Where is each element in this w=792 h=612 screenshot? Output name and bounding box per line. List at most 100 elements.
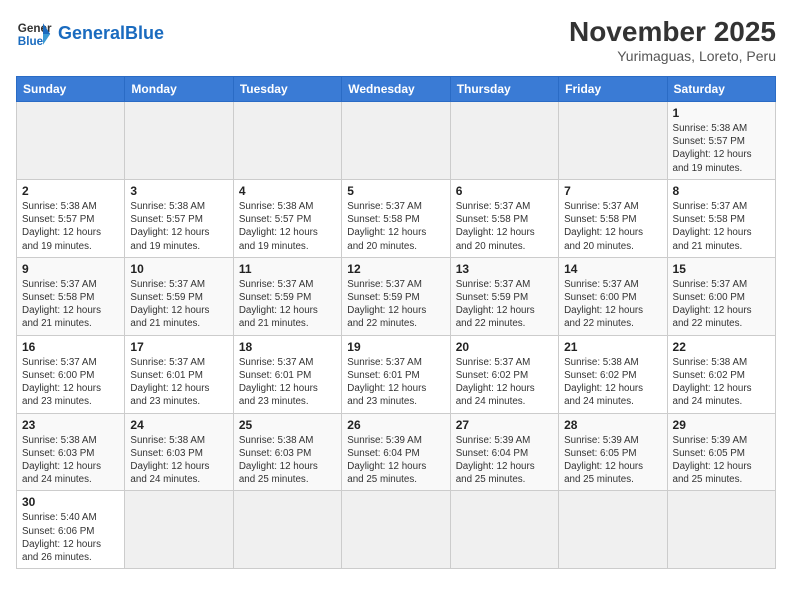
day-number: 18 xyxy=(239,340,336,354)
logo-general: General xyxy=(58,23,125,43)
calendar-cell: 14 Sunrise: 5:37 AM Sunset: 6:00 PM Dayli… xyxy=(559,257,667,335)
day-number: 21 xyxy=(564,340,661,354)
logo-text: GeneralBlue xyxy=(58,24,164,44)
calendar-cell: 25 Sunrise: 5:38 AM Sunset: 6:03 PM Dayli… xyxy=(233,413,341,491)
calendar-cell: 7 Sunrise: 5:37 AM Sunset: 5:58 PM Daylig… xyxy=(559,179,667,257)
day-number: 22 xyxy=(673,340,770,354)
day-info: Sunrise: 5:37 AM Sunset: 6:01 PM Dayligh… xyxy=(347,356,444,409)
day-number: 5 xyxy=(347,184,444,198)
header: General Blue GeneralBlue November 2025 Y… xyxy=(16,16,776,64)
day-number: 16 xyxy=(22,340,119,354)
day-info: Sunrise: 5:37 AM Sunset: 6:00 PM Dayligh… xyxy=(564,278,661,331)
day-info: Sunrise: 5:37 AM Sunset: 5:59 PM Dayligh… xyxy=(456,278,553,331)
calendar-week-3: 9 Sunrise: 5:37 AM Sunset: 5:58 PM Daylig… xyxy=(17,257,776,335)
calendar-cell: 18 Sunrise: 5:37 AM Sunset: 6:01 PM Dayli… xyxy=(233,335,341,413)
calendar-cell: 23Sunrise: 5:38 AM Sunset: 6:03 PM Dayli… xyxy=(17,413,125,491)
calendar-cell: 6 Sunrise: 5:37 AM Sunset: 5:58 PM Daylig… xyxy=(450,179,558,257)
logo-blue: Blue xyxy=(125,23,164,43)
day-info: Sunrise: 5:37 AM Sunset: 6:02 PM Dayligh… xyxy=(456,356,553,409)
calendar-week-4: 16 Sunrise: 5:37 AM Sunset: 6:00 PM Dayli… xyxy=(17,335,776,413)
calendar-week-1: 1Sunrise: 5:38 AM Sunset: 5:57 PM Daylig… xyxy=(17,102,776,180)
day-info: Sunrise: 5:37 AM Sunset: 5:58 PM Dayligh… xyxy=(22,278,119,331)
col-friday: Friday xyxy=(559,77,667,102)
col-sunday: Sunday xyxy=(17,77,125,102)
day-info: Sunrise: 5:38 AM Sunset: 5:57 PM Dayligh… xyxy=(130,200,227,253)
calendar-week-5: 23Sunrise: 5:38 AM Sunset: 6:03 PM Dayli… xyxy=(17,413,776,491)
day-info: Sunrise: 5:37 AM Sunset: 6:00 PM Dayligh… xyxy=(22,356,119,409)
day-info: Sunrise: 5:37 AM Sunset: 6:01 PM Dayligh… xyxy=(239,356,336,409)
calendar-cell: 21Sunrise: 5:38 AM Sunset: 6:02 PM Dayli… xyxy=(559,335,667,413)
calendar-cell: 3 Sunrise: 5:38 AM Sunset: 5:57 PM Daylig… xyxy=(125,179,233,257)
day-number: 3 xyxy=(130,184,227,198)
calendar-cell xyxy=(233,491,341,569)
calendar-cell: 13Sunrise: 5:37 AM Sunset: 5:59 PM Dayli… xyxy=(450,257,558,335)
logo: General Blue GeneralBlue xyxy=(16,16,164,52)
calendar-cell xyxy=(450,102,558,180)
calendar-cell: 22 Sunrise: 5:38 AM Sunset: 6:02 PM Dayli… xyxy=(667,335,775,413)
calendar-cell xyxy=(17,102,125,180)
day-info: Sunrise: 5:38 AM Sunset: 5:57 PM Dayligh… xyxy=(239,200,336,253)
day-number: 25 xyxy=(239,418,336,432)
day-info: Sunrise: 5:38 AM Sunset: 6:02 PM Dayligh… xyxy=(673,356,770,409)
calendar-cell xyxy=(450,491,558,569)
day-number: 19 xyxy=(347,340,444,354)
day-info: Sunrise: 5:38 AM Sunset: 6:03 PM Dayligh… xyxy=(239,434,336,487)
calendar-cell: 1Sunrise: 5:38 AM Sunset: 5:57 PM Daylig… xyxy=(667,102,775,180)
calendar-cell: 24Sunrise: 5:38 AM Sunset: 6:03 PM Dayli… xyxy=(125,413,233,491)
calendar-cell: 4 Sunrise: 5:38 AM Sunset: 5:57 PM Daylig… xyxy=(233,179,341,257)
title-area: November 2025 Yurimaguas, Loreto, Peru xyxy=(569,16,776,64)
day-number: 14 xyxy=(564,262,661,276)
location-subtitle: Yurimaguas, Loreto, Peru xyxy=(569,48,776,64)
calendar-cell: 2Sunrise: 5:38 AM Sunset: 5:57 PM Daylig… xyxy=(17,179,125,257)
day-info: Sunrise: 5:37 AM Sunset: 5:58 PM Dayligh… xyxy=(673,200,770,253)
calendar-cell xyxy=(559,491,667,569)
day-info: Sunrise: 5:39 AM Sunset: 6:04 PM Dayligh… xyxy=(347,434,444,487)
calendar-cell: 16 Sunrise: 5:37 AM Sunset: 6:00 PM Dayli… xyxy=(17,335,125,413)
calendar-body: 1Sunrise: 5:38 AM Sunset: 5:57 PM Daylig… xyxy=(17,102,776,569)
day-number: 2 xyxy=(22,184,119,198)
calendar-cell xyxy=(233,102,341,180)
day-info: Sunrise: 5:38 AM Sunset: 6:03 PM Dayligh… xyxy=(130,434,227,487)
calendar-cell: 28Sunrise: 5:39 AM Sunset: 6:05 PM Dayli… xyxy=(559,413,667,491)
day-info: Sunrise: 5:37 AM Sunset: 5:58 PM Dayligh… xyxy=(456,200,553,253)
day-number: 8 xyxy=(673,184,770,198)
calendar-cell: 20 Sunrise: 5:37 AM Sunset: 6:02 PM Dayli… xyxy=(450,335,558,413)
day-info: Sunrise: 5:37 AM Sunset: 5:58 PM Dayligh… xyxy=(564,200,661,253)
calendar-cell: 8 Sunrise: 5:37 AM Sunset: 5:58 PM Daylig… xyxy=(667,179,775,257)
day-number: 26 xyxy=(347,418,444,432)
col-tuesday: Tuesday xyxy=(233,77,341,102)
calendar-cell: 5 Sunrise: 5:37 AM Sunset: 5:58 PM Daylig… xyxy=(342,179,450,257)
day-info: Sunrise: 5:37 AM Sunset: 5:59 PM Dayligh… xyxy=(347,278,444,331)
day-number: 6 xyxy=(456,184,553,198)
col-thursday: Thursday xyxy=(450,77,558,102)
logo-icon: General Blue xyxy=(16,16,52,52)
day-number: 11 xyxy=(239,262,336,276)
weekday-row: Sunday Monday Tuesday Wednesday Thursday… xyxy=(17,77,776,102)
day-info: Sunrise: 5:37 AM Sunset: 5:59 PM Dayligh… xyxy=(239,278,336,331)
calendar-cell: 15Sunrise: 5:37 AM Sunset: 6:00 PM Dayli… xyxy=(667,257,775,335)
day-info: Sunrise: 5:40 AM Sunset: 6:06 PM Dayligh… xyxy=(22,511,119,564)
calendar-cell: 9 Sunrise: 5:37 AM Sunset: 5:58 PM Daylig… xyxy=(17,257,125,335)
day-info: Sunrise: 5:37 AM Sunset: 5:59 PM Dayligh… xyxy=(130,278,227,331)
calendar-cell: 30Sunrise: 5:40 AM Sunset: 6:06 PM Dayli… xyxy=(17,491,125,569)
day-number: 29 xyxy=(673,418,770,432)
calendar-week-6: 30Sunrise: 5:40 AM Sunset: 6:06 PM Dayli… xyxy=(17,491,776,569)
calendar-header: Sunday Monday Tuesday Wednesday Thursday… xyxy=(17,77,776,102)
calendar-cell xyxy=(667,491,775,569)
day-info: Sunrise: 5:39 AM Sunset: 6:05 PM Dayligh… xyxy=(673,434,770,487)
day-number: 4 xyxy=(239,184,336,198)
calendar-cell: 26 Sunrise: 5:39 AM Sunset: 6:04 PM Dayli… xyxy=(342,413,450,491)
calendar-cell: 11 Sunrise: 5:37 AM Sunset: 5:59 PM Dayli… xyxy=(233,257,341,335)
calendar-cell xyxy=(559,102,667,180)
day-number: 7 xyxy=(564,184,661,198)
day-number: 9 xyxy=(22,262,119,276)
calendar-cell: 27Sunrise: 5:39 AM Sunset: 6:04 PM Dayli… xyxy=(450,413,558,491)
day-info: Sunrise: 5:37 AM Sunset: 5:58 PM Dayligh… xyxy=(347,200,444,253)
day-number: 20 xyxy=(456,340,553,354)
calendar-cell xyxy=(342,491,450,569)
calendar-cell: 19 Sunrise: 5:37 AM Sunset: 6:01 PM Dayli… xyxy=(342,335,450,413)
calendar-cell: 29 Sunrise: 5:39 AM Sunset: 6:05 PM Dayli… xyxy=(667,413,775,491)
month-title: November 2025 xyxy=(569,16,776,48)
day-info: Sunrise: 5:39 AM Sunset: 6:05 PM Dayligh… xyxy=(564,434,661,487)
col-saturday: Saturday xyxy=(667,77,775,102)
